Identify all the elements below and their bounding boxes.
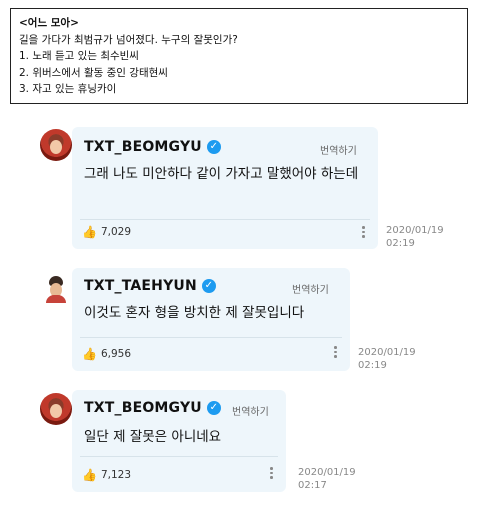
avatar[interactable] <box>40 271 72 303</box>
timestamp: 2020/01/19 02:19 <box>358 346 416 372</box>
translate-button[interactable]: 번역하기 <box>320 142 357 157</box>
like-button[interactable]: 👍 6,956 <box>82 347 131 361</box>
timestamp-time: 02:17 <box>298 480 327 491</box>
more-vertical-icon[interactable] <box>334 346 338 360</box>
more-vertical-icon[interactable] <box>270 467 274 481</box>
username-text[interactable]: TXT_TAEHYUN <box>84 278 197 294</box>
divider <box>80 337 342 338</box>
username-text[interactable]: TXT_BEOMGYU <box>84 400 202 416</box>
username-text[interactable]: TXT_BEOMGYU <box>84 139 202 155</box>
comment-card: TXT_TAEHYUN ✓ 번역하기 이것도 혼자 형을 방치한 제 잘못입니다… <box>72 268 350 371</box>
divider <box>80 456 278 457</box>
thumbs-up-icon: 👍 <box>82 225 97 239</box>
timestamp-date: 2020/01/19 <box>386 225 444 236</box>
comment-text: 그래 나도 미안하다 같이 가자고 말했어야 하는데 <box>84 166 359 182</box>
question-title: <어느 모아> <box>19 17 79 29</box>
thumbs-up-icon: 👍 <box>82 347 97 361</box>
comment-card: TXT_BEOMGYU ✓ 번역하기 일단 제 잘못은 아니네요 👍 7,123 <box>72 390 286 492</box>
username[interactable]: TXT_TAEHYUN ✓ <box>84 278 216 294</box>
username[interactable]: TXT_BEOMGYU ✓ <box>84 139 221 155</box>
comment-text: 일단 제 잘못은 아니네요 <box>84 429 222 445</box>
timestamp-time: 02:19 <box>386 238 415 249</box>
comment-card: TXT_BEOMGYU ✓ 번역하기 그래 나도 미안하다 같이 가자고 말했어… <box>72 127 378 249</box>
divider <box>80 219 370 220</box>
question-option: 3. 자고 있는 휴닝카이 <box>19 83 117 95</box>
timestamp: 2020/01/19 02:19 <box>386 224 444 250</box>
avatar[interactable] <box>40 393 72 425</box>
like-count: 6,956 <box>100 348 132 360</box>
thumbs-up-icon: 👍 <box>82 468 97 482</box>
like-button[interactable]: 👍 7,029 <box>82 225 131 239</box>
translate-button[interactable]: 번역하기 <box>292 281 329 296</box>
like-count: 7,123 <box>100 469 132 481</box>
verified-badge-icon: ✓ <box>206 140 221 154</box>
verified-badge-icon: ✓ <box>201 279 216 293</box>
comment-text: 이것도 혼자 형을 방치한 제 잘못입니다 <box>84 305 305 321</box>
question-option: 2. 위버스에서 활동 중인 강태현씨 <box>19 66 168 79</box>
verified-badge-icon: ✓ <box>206 401 221 415</box>
more-vertical-icon[interactable] <box>362 226 366 240</box>
timestamp-date: 2020/01/19 <box>298 467 356 478</box>
timestamp: 2020/01/19 02:17 <box>298 466 356 492</box>
username[interactable]: TXT_BEOMGYU ✓ <box>84 400 221 416</box>
like-count: 7,029 <box>100 226 132 238</box>
question-option: 1. 노래 듣고 있는 최수빈씨 <box>19 50 139 62</box>
translate-button[interactable]: 번역하기 <box>232 403 269 418</box>
question-prompt: 길을 가다가 최범규가 넘어졌다. 누구의 잘못인가? <box>19 33 238 46</box>
avatar[interactable] <box>40 129 72 161</box>
timestamp-date: 2020/01/19 <box>358 347 416 358</box>
timestamp-time: 02:19 <box>358 360 387 371</box>
like-button[interactable]: 👍 7,123 <box>82 468 131 482</box>
question-box: <어느 모아> 길을 가다가 최범규가 넘어졌다. 누구의 잘못인가? 1. 노… <box>10 8 468 104</box>
